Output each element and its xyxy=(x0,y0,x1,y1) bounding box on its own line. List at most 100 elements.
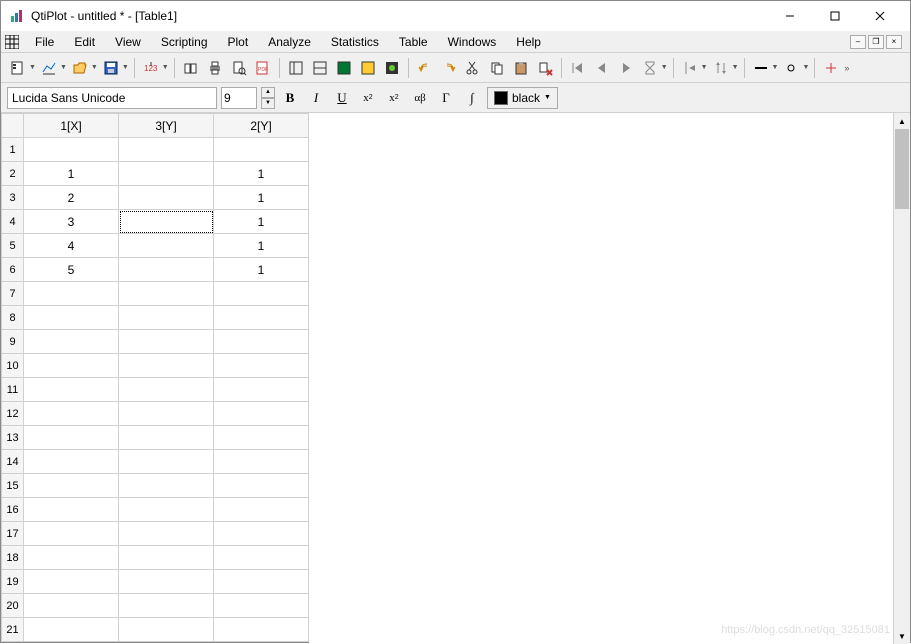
data-cell[interactable]: 3 xyxy=(24,210,119,234)
menu-edit[interactable]: Edit xyxy=(64,33,105,51)
copy-button[interactable] xyxy=(486,57,508,79)
data-cell[interactable] xyxy=(119,594,214,618)
column-header[interactable]: 2[Y] xyxy=(214,114,309,138)
row-header[interactable]: 12 xyxy=(2,402,24,426)
row-header[interactable]: 10 xyxy=(2,354,24,378)
data-cell[interactable] xyxy=(24,138,119,162)
italic-button[interactable]: I xyxy=(305,87,327,109)
data-cell[interactable] xyxy=(214,402,309,426)
row-header[interactable]: 4 xyxy=(2,210,24,234)
row-header[interactable]: 2 xyxy=(2,162,24,186)
row-header[interactable]: 21 xyxy=(2,618,24,642)
data-cell[interactable] xyxy=(214,618,309,642)
mdi-restore-button[interactable]: ❐ xyxy=(868,35,884,49)
data-cell[interactable] xyxy=(214,498,309,522)
size-up-button[interactable]: ▲ xyxy=(261,87,275,98)
scroll-up-button[interactable]: ▲ xyxy=(894,113,910,129)
move-left-button[interactable] xyxy=(679,57,701,79)
data-cell[interactable] xyxy=(24,594,119,618)
new-dropdown-icon[interactable]: ▼ xyxy=(29,64,36,71)
swap-dropdown-icon[interactable]: ▼ xyxy=(732,64,739,71)
graph-dropdown-icon[interactable]: ▼ xyxy=(60,64,67,71)
data-cell[interactable] xyxy=(119,402,214,426)
vertical-scrollbar[interactable]: ▲ ▼ xyxy=(893,113,910,644)
mdi-minimize-button[interactable]: – xyxy=(850,35,866,49)
data-cell[interactable] xyxy=(119,258,214,282)
data-cell[interactable] xyxy=(214,330,309,354)
row-header[interactable]: 16 xyxy=(2,498,24,522)
row-header[interactable]: 11 xyxy=(2,378,24,402)
data-cell[interactable] xyxy=(214,426,309,450)
delete-button[interactable] xyxy=(534,57,556,79)
redo-button[interactable] xyxy=(438,57,460,79)
data-cell[interactable] xyxy=(24,402,119,426)
data-cell[interactable] xyxy=(214,138,309,162)
subscript-button[interactable]: x2 xyxy=(383,87,405,109)
data-cell[interactable] xyxy=(119,306,214,330)
data-cell[interactable] xyxy=(24,618,119,642)
scroll-thumb[interactable] xyxy=(895,129,909,209)
menu-windows[interactable]: Windows xyxy=(438,33,507,51)
save-dropdown-icon[interactable]: ▼ xyxy=(122,64,129,71)
data-cell[interactable] xyxy=(24,426,119,450)
data-cell[interactable] xyxy=(214,306,309,330)
data-cell[interactable] xyxy=(24,330,119,354)
data-cell[interactable] xyxy=(119,498,214,522)
superscript-button[interactable]: x2 xyxy=(357,87,379,109)
data-cell[interactable] xyxy=(214,570,309,594)
data-cell[interactable] xyxy=(119,570,214,594)
menu-statistics[interactable]: Statistics xyxy=(321,33,389,51)
data-cell[interactable] xyxy=(24,570,119,594)
row-header[interactable]: 7 xyxy=(2,282,24,306)
data-cell[interactable] xyxy=(214,378,309,402)
data-cell[interactable] xyxy=(214,474,309,498)
row-header[interactable]: 9 xyxy=(2,330,24,354)
data-cell[interactable] xyxy=(119,618,214,642)
data-cell[interactable]: 1 xyxy=(214,210,309,234)
corner-cell[interactable] xyxy=(2,114,24,138)
data-cell[interactable] xyxy=(24,546,119,570)
hourglass-icon[interactable] xyxy=(639,57,661,79)
notes-button[interactable] xyxy=(381,57,403,79)
new-project-button[interactable] xyxy=(7,57,29,79)
cut-button[interactable] xyxy=(462,57,484,79)
data-cell[interactable]: 1 xyxy=(214,186,309,210)
data-cell[interactable]: 1 xyxy=(24,162,119,186)
console-button[interactable] xyxy=(357,57,379,79)
capital-gamma-button[interactable]: Γ xyxy=(435,87,457,109)
text-color-button[interactable]: black ▼ xyxy=(487,87,558,109)
row-header[interactable]: 20 xyxy=(2,594,24,618)
duplicate-button[interactable] xyxy=(180,57,202,79)
data-cell[interactable] xyxy=(119,354,214,378)
data-cell[interactable] xyxy=(119,450,214,474)
data-cell[interactable] xyxy=(214,354,309,378)
data-cell[interactable] xyxy=(24,522,119,546)
data-cell[interactable] xyxy=(119,522,214,546)
open-button[interactable] xyxy=(69,57,91,79)
greek-button[interactable]: αβ xyxy=(409,87,431,109)
print-button[interactable] xyxy=(204,57,226,79)
explorer-button[interactable] xyxy=(285,57,307,79)
menu-view[interactable]: View xyxy=(105,33,151,51)
data-cell[interactable]: 5 xyxy=(24,258,119,282)
scroll-down-button[interactable]: ▼ xyxy=(894,628,910,644)
row-header[interactable]: 19 xyxy=(2,570,24,594)
data-cell[interactable] xyxy=(119,234,214,258)
data-cell[interactable]: 4 xyxy=(24,234,119,258)
mdi-close-button[interactable]: × xyxy=(886,35,902,49)
row-header[interactable]: 14 xyxy=(2,450,24,474)
menu-file[interactable]: File xyxy=(25,33,64,51)
size-down-button[interactable]: ▼ xyxy=(261,98,275,109)
open-dropdown-icon[interactable]: ▼ xyxy=(91,64,98,71)
menu-help[interactable]: Help xyxy=(506,33,551,51)
underline-button[interactable]: U xyxy=(331,87,353,109)
font-size-input[interactable] xyxy=(221,87,257,109)
save-button[interactable] xyxy=(100,57,122,79)
data-cell[interactable] xyxy=(119,186,214,210)
data-cell[interactable] xyxy=(119,474,214,498)
move-dropdown-icon[interactable]: ▼ xyxy=(701,64,708,71)
row-header[interactable]: 17 xyxy=(2,522,24,546)
data-cell[interactable] xyxy=(119,162,214,186)
first-row-button[interactable] xyxy=(567,57,589,79)
swap-columns-button[interactable] xyxy=(710,57,732,79)
